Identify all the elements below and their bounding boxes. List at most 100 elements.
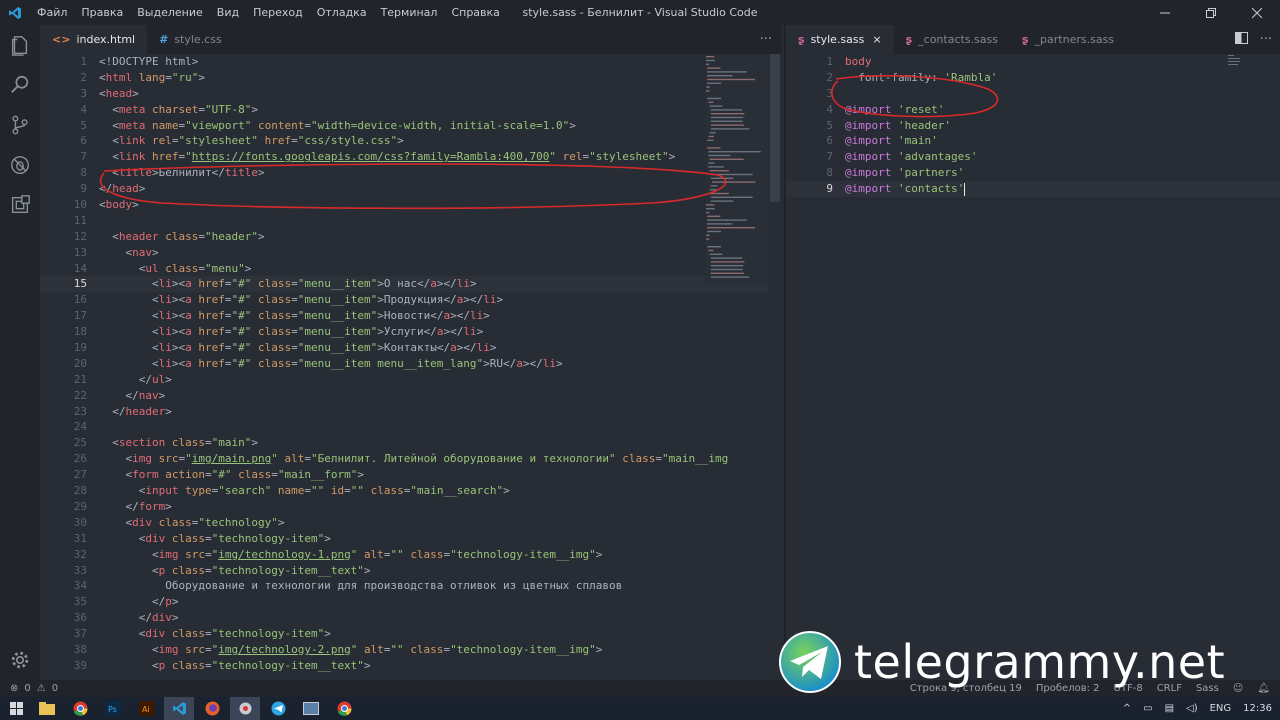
code-line[interactable]: 16 <li><a href="#" class="menu__item">Пр… [40,292,782,308]
code-line[interactable]: 14 <ul class="menu"> [40,261,782,277]
more-actions-button[interactable]: ··· [1260,32,1272,47]
code-line[interactable]: 18 <li><a href="#" class="menu__item">Ус… [40,324,782,340]
code-line[interactable]: 12 <header class="header"> [40,229,782,245]
split-editor-icon[interactable] [1234,31,1248,48]
code-line[interactable]: 1 <!DOCTYPE html> [40,54,782,70]
close-window-button[interactable] [1234,0,1280,25]
code-line[interactable]: 34 Оборудование и технологии для произво… [40,578,782,594]
explorer-icon[interactable] [0,25,40,65]
code-line[interactable]: 4 <meta charset="UTF-8"> [40,102,782,118]
code-line[interactable]: 5 <meta name="viewport" content="width=d… [40,118,782,134]
code-line[interactable]: 30 <div class="technology"> [40,515,782,531]
code-line[interactable]: 28 <input type="search" name="" id="" cl… [40,483,782,499]
vertical-scrollbar[interactable] [768,54,782,680]
scrollbar-thumb[interactable] [770,54,780,202]
minimap-line [710,200,734,202]
menu-item[interactable]: Файл [30,6,74,19]
code-line[interactable]: 10 <body> [40,197,782,213]
code-line[interactable]: 2 <html lang="ru"> [40,70,782,86]
code-line[interactable]: 32 <img src="img/technology-1.png" alt="… [40,547,782,563]
firefox-icon[interactable] [197,697,227,720]
code-line[interactable]: 5 @import 'header' [786,118,1280,134]
code-line[interactable]: 29 </form> [40,499,782,515]
chrome-icon[interactable] [65,697,95,720]
code-line[interactable]: 24 [40,419,782,435]
code-line[interactable]: 26 <img src="img/main.png" alt="Белнилит… [40,451,782,467]
code-line[interactable]: 7 <link href="https://fonts.googleapis.c… [40,149,782,165]
code-line[interactable]: 6 @import 'main' [786,133,1280,149]
input-language[interactable]: ENG [1210,703,1232,714]
tab-partners-sass[interactable]: ʂ _partners.sass [1009,25,1127,54]
code-line[interactable]: 13 <nav> [40,245,782,261]
code-line[interactable]: 3 <head> [40,86,782,102]
menu-item[interactable]: Переход [246,6,310,19]
code-line[interactable]: 15 <li><a href="#" class="menu__item">О … [40,276,782,293]
tab-contacts-sass[interactable]: ʂ _contacts.sass [893,25,1010,54]
menu-item[interactable]: Выделение [130,6,210,19]
code-line[interactable]: 9 @import 'contacts' [786,181,1280,198]
clock[interactable]: 12:36 [1243,703,1272,714]
gear-icon[interactable] [0,640,40,680]
code-line[interactable]: 38 <img src="img/technology-2.png" alt="… [40,642,782,658]
code-line[interactable]: 1 body [786,54,1280,70]
source-control-icon[interactable] [0,105,40,145]
code-line[interactable]: 7 @import 'advantages' [786,149,1280,165]
code-line[interactable]: 22 </nav> [40,388,782,404]
code-line[interactable]: 3 [786,86,1280,102]
extensions-icon[interactable] [0,185,40,225]
code-line[interactable]: 31 <div class="technology-item"> [40,531,782,547]
illustrator-icon[interactable]: Ai [131,697,161,720]
file-explorer-icon[interactable] [32,697,62,720]
menu-item[interactable]: Терминал [374,6,445,19]
tab-style-css[interactable]: # style.css [147,25,234,54]
code-line[interactable]: 6 <link rel="stylesheet" href="css/style… [40,133,782,149]
code-line[interactable]: 39 <p class="technology-item__text"> [40,658,782,674]
telegram-icon[interactable] [263,697,293,720]
volume-icon[interactable]: ◁) [1186,703,1198,714]
minimap-line [710,116,744,119]
code-line[interactable]: 33 <p class="technology-item__text"> [40,563,782,579]
code-line[interactable]: 21 </ul> [40,372,782,388]
menu-item[interactable]: Вид [210,6,246,19]
close-icon[interactable]: × [872,33,881,46]
battery-icon[interactable]: ▭ [1143,703,1152,714]
photoshop-icon[interactable]: Ps [98,697,128,720]
code-line[interactable]: 4 @import 'reset' [786,102,1280,118]
debug-icon[interactable] [0,145,40,185]
chrome-icon[interactable] [329,697,359,720]
network-icon[interactable]: ▤ [1165,703,1174,714]
code-line[interactable]: 23 </header> [40,404,782,420]
code-line[interactable]: 11 [40,213,782,229]
code-line[interactable]: 27 <form action="#" class="main__form"> [40,467,782,483]
tab-index-html[interactable]: <> index.html [40,25,148,54]
menu-item[interactable]: Отладка [310,6,374,19]
menu-item[interactable]: Справка [444,6,506,19]
code-line[interactable]: 20 <li><a href="#" class="menu__item men… [40,356,782,372]
code-editor-sass[interactable]: 1 body 2 font-family: 'Rambla' 3 4 @import 'r… [786,54,1280,680]
code-line[interactable]: 36 </div> [40,610,782,626]
minimize-button[interactable] [1142,0,1188,25]
code-line[interactable]: 17 <li><a href="#" class="menu__item">Но… [40,308,782,324]
code-line[interactable]: 19 <li><a href="#" class="menu__item">Ко… [40,340,782,356]
start-button[interactable] [0,697,32,720]
window-app-icon[interactable] [296,697,326,720]
vscode-taskbar-icon[interactable] [164,697,194,720]
code-line[interactable]: 8 @import 'partners' [786,165,1280,181]
tray-chevron-icon[interactable]: ^ [1123,703,1131,714]
minimap[interactable] [1228,54,1242,66]
restore-button[interactable] [1188,0,1234,25]
code-line[interactable]: 2 font-family: 'Rambla' [786,70,1280,86]
code-line[interactable]: 8 <title>Белнилит</title> [40,165,782,181]
more-actions-button[interactable]: ··· [760,32,772,47]
problems-indicator[interactable]: ⊗ 0 ⚠ 0 [0,683,58,694]
app-icon[interactable] [230,697,260,720]
code-line[interactable]: 9 </head> [40,181,782,197]
tab-style-sass[interactable]: ʂ style.sass × [786,25,894,54]
menu-item[interactable]: Правка [74,6,130,19]
minimap[interactable] [706,54,768,284]
code-line[interactable]: 25 <section class="main"> [40,435,782,451]
code-line[interactable]: 37 <div class="technology-item"> [40,626,782,642]
search-icon[interactable] [0,65,40,105]
code-line[interactable]: 35 </p> [40,594,782,610]
code-editor-html[interactable]: 1 <!DOCTYPE html> 2 <html lang="ru"> 3 <head>… [40,54,782,680]
